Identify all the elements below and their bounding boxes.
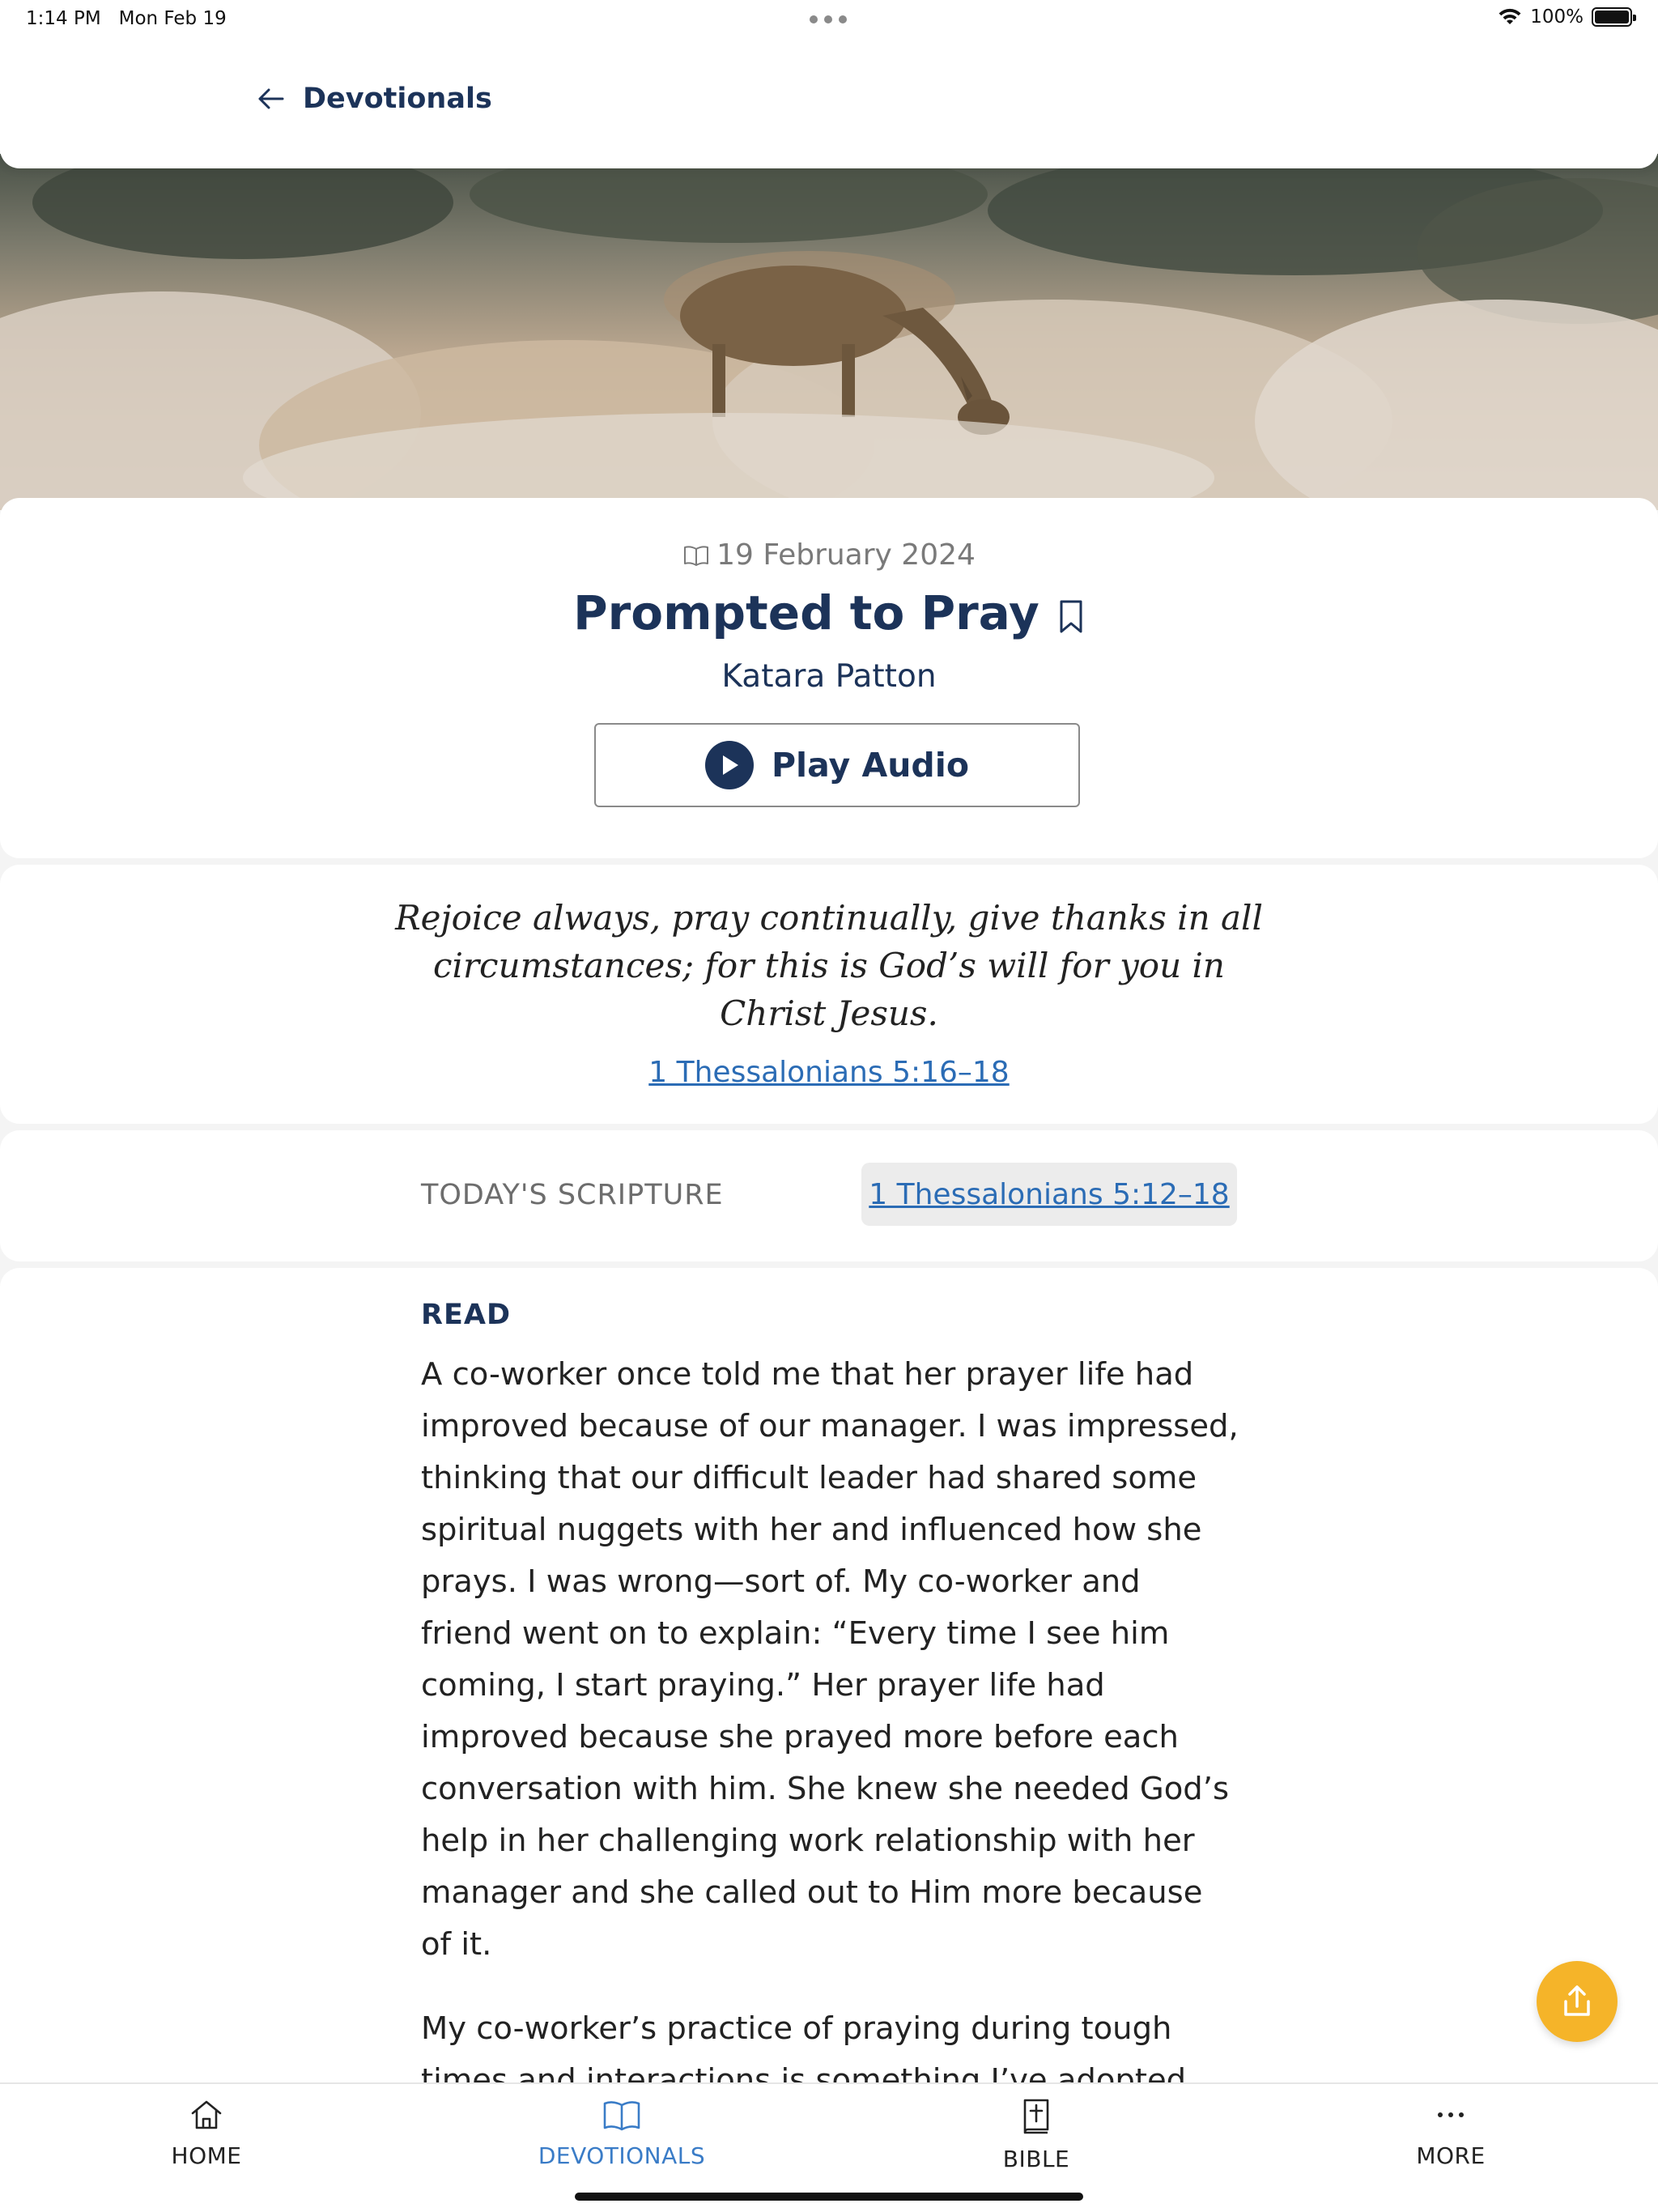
- status-bar: 1:14 PM Mon Feb 19 100%: [0, 0, 1658, 39]
- read-body: A co-worker once told me that her prayer…: [421, 1349, 1239, 2139]
- back-arrow-icon: [258, 88, 284, 109]
- wifi-icon: [1499, 8, 1521, 24]
- share-button[interactable]: [1537, 1961, 1618, 2042]
- key-verse-reference-row: 1 Thessalonians 5:16–18: [0, 1056, 1658, 1089]
- status-time: 1:14 PM Mon Feb 19: [26, 8, 227, 29]
- play-audio-label: Play Audio: [772, 746, 969, 785]
- key-verse-text: Rejoice always, pray continually, give t…: [395, 898, 1263, 1033]
- tab-devotionals-label: DEVOTIONALS: [538, 2142, 706, 2169]
- todays-scripture-link[interactable]: 1 Thessalonians 5:12–18: [869, 1178, 1229, 1211]
- todays-scripture-label: TODAY'S SCRIPTURE: [421, 1179, 724, 1211]
- battery-icon: [1592, 7, 1636, 27]
- battery-percent: 100%: [1530, 6, 1584, 28]
- bible-icon: [1023, 2099, 1049, 2134]
- home-indicator[interactable]: [575, 2193, 1083, 2201]
- more-dots-icon: [1438, 2112, 1464, 2117]
- status-indicators: 100%: [1498, 6, 1636, 28]
- open-book-icon: [684, 545, 709, 566]
- devotional-date: 19 February 2024: [716, 538, 976, 572]
- read-section-card: READ A co-worker once told me that her p…: [0, 1268, 1658, 2212]
- home-icon: [191, 2100, 222, 2129]
- back-to-devotionals-button[interactable]: Devotionals: [257, 83, 492, 115]
- todays-scripture-pill[interactable]: 1 Thessalonians 5:12–18: [861, 1163, 1237, 1226]
- tab-more-label: MORE: [1416, 2142, 1486, 2169]
- devotional-title-card: 19 February 2024 Prompted to Pray Katara…: [0, 498, 1658, 858]
- devotional-author: Katara Patton: [721, 658, 937, 695]
- todays-scripture-card: TODAY'S SCRIPTURE 1 Thessalonians 5:12–1…: [0, 1130, 1658, 1261]
- play-icon: [705, 741, 754, 789]
- tab-more[interactable]: MORE: [1329, 2097, 1572, 2169]
- read-heading: READ: [421, 1299, 511, 1331]
- devotional-date-row: 19 February 2024: [0, 538, 1658, 572]
- status-clock: 1:14 PM: [26, 8, 101, 29]
- open-book-icon: [603, 2101, 640, 2131]
- multitasking-dots-icon[interactable]: [810, 11, 848, 28]
- top-nav-header: Devotionals: [0, 39, 1658, 168]
- status-date: Mon Feb 19: [118, 8, 227, 29]
- tab-home[interactable]: HOME: [85, 2097, 328, 2169]
- bottom-tab-bar: HOME DEVOTIONALS BIBLE MORE: [0, 2082, 1658, 2212]
- share-icon: [1564, 1985, 1590, 2016]
- key-verse-card: Rejoice always, pray continually, give t…: [0, 865, 1658, 1124]
- devotional-title: Prompted to Pray: [573, 585, 1039, 640]
- hero-illustration: [0, 154, 1658, 510]
- tab-home-label: HOME: [171, 2142, 242, 2169]
- bookmark-icon[interactable]: [1057, 599, 1085, 635]
- read-paragraph: A co-worker once told me that her prayer…: [421, 1356, 1239, 1963]
- hero-image: [0, 154, 1658, 510]
- key-verse-reference-link[interactable]: 1 Thessalonians 5:16–18: [648, 1056, 1009, 1089]
- tab-bible[interactable]: BIBLE: [915, 2097, 1158, 2172]
- devotional-page: 1:14 PM Mon Feb 19 100% Devotionals 19 F…: [0, 0, 1658, 2212]
- back-label: Devotionals: [303, 83, 492, 115]
- devotional-title-row: Prompted to Pray: [0, 585, 1658, 640]
- play-audio-button[interactable]: Play Audio: [594, 723, 1080, 807]
- tab-devotionals[interactable]: DEVOTIONALS: [500, 2097, 743, 2169]
- tab-bible-label: BIBLE: [1002, 2146, 1070, 2172]
